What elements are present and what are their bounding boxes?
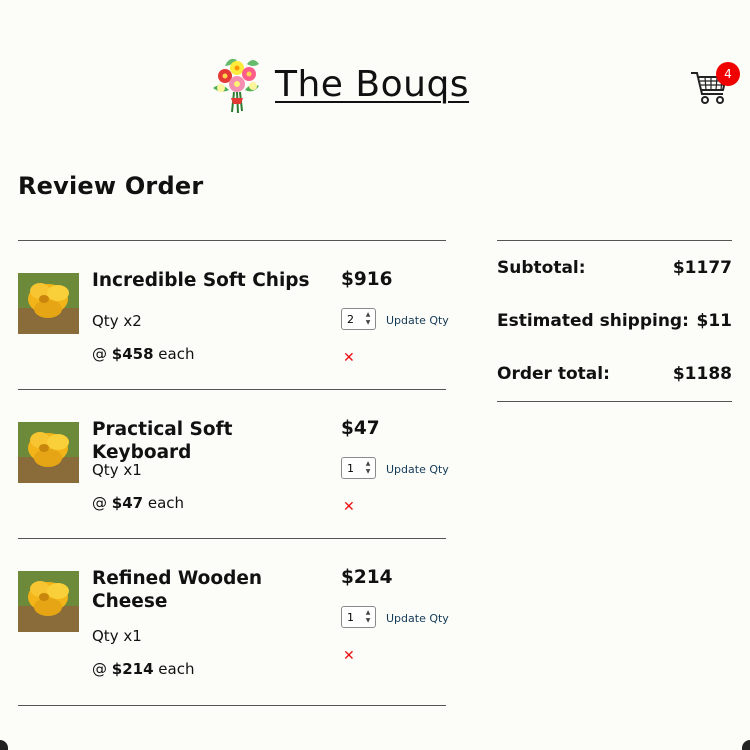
spinner-arrows-icon[interactable]: ▲ ▼: [363, 460, 373, 476]
yellow-flower-icon: [18, 273, 79, 334]
item-unit-price: @ $214 each: [92, 660, 194, 678]
quantity-stepper[interactable]: ▲▼: [341, 457, 376, 479]
shipping-row: Estimated shipping: $11: [497, 311, 732, 331]
item-unit-price: @ $47 each: [92, 494, 184, 512]
item-total: $47: [341, 418, 380, 439]
quantity-stepper[interactable]: ▲▼: [341, 606, 376, 628]
item-quantity-label: Qty x1: [92, 627, 142, 645]
flower-bouquet-icon: [213, 58, 259, 114]
order-summary: Subtotal: $1177 Estimated shipping: $11 …: [497, 240, 732, 402]
cart-count-badge: 4: [716, 62, 740, 86]
remove-x-icon[interactable]: ✕: [343, 351, 355, 365]
spinner-arrows-icon[interactable]: ▲ ▼: [363, 609, 373, 625]
yellow-flower-icon: [18, 571, 79, 632]
item-name: Refined Wooden Cheese: [92, 568, 263, 612]
subtotal-row: Subtotal: $1177: [497, 258, 732, 278]
item-total: $916: [341, 269, 393, 290]
remove-x-icon[interactable]: ✕: [343, 500, 355, 514]
unit-price-at: @: [92, 494, 112, 512]
page-title: Review Order: [18, 172, 204, 200]
unit-price-value: $214: [111, 660, 154, 678]
spinner-arrows-icon[interactable]: ▲ ▼: [363, 311, 373, 327]
brand-home-link[interactable]: The Bouqs: [207, 52, 469, 116]
list-item: Practical Soft Keyboard Qty x1 @ $47 eac…: [18, 390, 449, 539]
quantity-input[interactable]: [342, 607, 364, 627]
unit-price-value: $458: [111, 345, 154, 363]
quantity-input[interactable]: [342, 309, 364, 329]
update-qty-button[interactable]: Update Qty: [386, 463, 449, 476]
shipping-value: $11: [696, 311, 733, 331]
subtotal-value: $1177: [672, 258, 732, 278]
unit-price-suffix: each: [153, 660, 195, 678]
brand-name[interactable]: The Bouqs: [275, 64, 469, 105]
order-items-list: Incredible Soft Chips Qty x2 @ $458 each…: [18, 240, 449, 706]
item-name: Practical Soft Keyboard: [92, 419, 233, 463]
yellow-flower-icon: [18, 422, 79, 483]
cart-button[interactable]: 4: [690, 60, 740, 108]
item-name: Incredible Soft Chips: [92, 270, 310, 291]
item-thumbnail: [18, 273, 79, 334]
list-item: Incredible Soft Chips Qty x2 @ $458 each…: [18, 241, 449, 390]
unit-price-suffix: each: [153, 345, 195, 363]
page-corner-right: [742, 740, 750, 750]
order-total-label: Order total:: [497, 364, 610, 384]
item-thumbnail: [18, 571, 79, 632]
list-item: Refined Wooden Cheese Qty x1 @ $214 each…: [18, 539, 449, 706]
remove-x-icon[interactable]: ✕: [343, 649, 355, 663]
order-total-row: Order total: $1188: [497, 364, 732, 384]
update-qty-button[interactable]: Update Qty: [386, 612, 449, 625]
quantity-input[interactable]: [342, 458, 364, 478]
unit-price-at: @: [92, 345, 112, 363]
item-quantity-label: Qty x2: [92, 312, 142, 330]
item-quantity-label: Qty x1: [92, 461, 142, 479]
item-thumbnail: [18, 422, 79, 483]
order-total-value: $1188: [672, 364, 732, 384]
item-total: $214: [341, 567, 393, 588]
subtotal-label: Subtotal:: [497, 258, 586, 278]
unit-price-at: @: [92, 660, 112, 678]
item-unit-price: @ $458 each: [92, 345, 194, 363]
unit-price-value: $47: [111, 494, 144, 512]
update-qty-button[interactable]: Update Qty: [386, 314, 449, 327]
quantity-stepper[interactable]: ▲▼: [341, 308, 376, 330]
page-corner-left: [0, 740, 8, 750]
unit-price-suffix: each: [143, 494, 185, 512]
shipping-label: Estimated shipping:: [497, 311, 689, 331]
